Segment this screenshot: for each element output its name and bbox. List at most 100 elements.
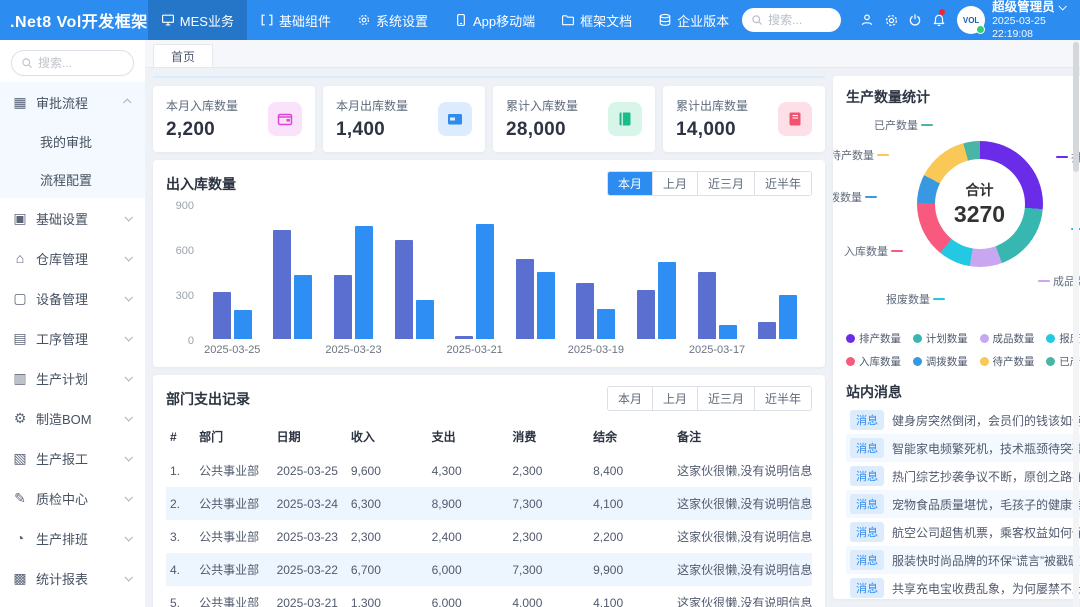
table-cell: 3.	[166, 520, 195, 553]
legend-item-调拨数量[interactable]: 调拨数量	[913, 354, 980, 369]
sidebar-search-input[interactable]	[38, 56, 118, 70]
bar-series-2-2025-03-23[interactable]	[355, 226, 373, 339]
nav-item-基础组件[interactable]: 基础组件	[247, 0, 344, 40]
sidebar-item-label: 生产报工	[36, 449, 125, 468]
bar-series-2-2025-03-25[interactable]	[234, 310, 252, 339]
sidebar-item-工序管理[interactable]: ▤工序管理	[0, 318, 145, 358]
sidebar-subitem-我的审批[interactable]: 我的审批	[0, 122, 145, 160]
message-text: 宠物食品质量堪忧，毛孩子的健康谁守护？	[892, 496, 1080, 513]
legend-item-计划数量[interactable]: 计划数量	[913, 331, 980, 346]
table-tab-近半年[interactable]: 近半年	[754, 387, 811, 410]
bar-series-1-2025-03-18[interactable]	[637, 290, 655, 339]
bar-series-2-2025-03-18[interactable]	[658, 262, 676, 339]
topbar-search-input[interactable]	[768, 13, 832, 27]
table-row[interactable]: 4.公共事业部2025-03-226,7006,0007,3009,900这家伙…	[166, 553, 812, 586]
bar-series-1-2025-03-23[interactable]	[334, 275, 352, 340]
sidebar-menu: ▦审批流程我的审批流程配置▣基础设置⌂仓库管理▢设备管理▤工序管理▥生产计划⚙制…	[0, 82, 145, 598]
wallet-icon	[268, 102, 302, 136]
bar-series-2-2025-03-24[interactable]	[294, 275, 312, 340]
sidebar-search[interactable]	[11, 50, 134, 76]
tab-home[interactable]: 首页	[153, 44, 213, 67]
sidebar-item-制造BOM[interactable]: ⚙制造BOM	[0, 398, 145, 438]
bar-series-1-2025-03-22[interactable]	[395, 240, 413, 339]
sidebar-item-生产计划[interactable]: ▥生产计划	[0, 358, 145, 398]
theme-gear-icon[interactable]	[879, 0, 903, 40]
page-scrollbar[interactable]	[1073, 40, 1079, 607]
bar-series-1-2025-03-24[interactable]	[273, 230, 291, 339]
message-item[interactable]: 消息热门综艺抄袭争议不断，原创之路在何方？	[846, 462, 1080, 490]
sidebar-item-质检中心[interactable]: ✎质检中心	[0, 478, 145, 518]
table-tab-近三月[interactable]: 近三月	[697, 387, 754, 410]
table-row[interactable]: 2.公共事业部2025-03-246,3008,9007,3004,100这家伙…	[166, 487, 812, 520]
legend-dot	[980, 334, 989, 343]
sidebar-item-统计报表[interactable]: ▩统计报表	[0, 558, 145, 598]
logout-power-icon[interactable]	[903, 0, 927, 40]
bar-series-2-2025-03-17[interactable]	[719, 325, 737, 339]
chevron-down-icon	[124, 333, 132, 341]
main-column: 框架前端及文档重构版本发布,兼容原有版本代码及jsx写法,放开自定义扩展组件限制…	[153, 76, 825, 599]
table-cell: 这家伙很懒,没有说明信息...	[673, 454, 812, 487]
legend-item-待产数量[interactable]: 待产数量	[980, 354, 1047, 369]
x-tick-label: 2025-03-17	[687, 344, 748, 356]
message-badge: 消息	[850, 578, 884, 598]
table-row[interactable]: 1.公共事业部2025-03-259,6004,3002,3008,400这家伙…	[166, 454, 812, 487]
bar-series-2-2025-03-22[interactable]	[416, 300, 434, 339]
sidebar-item-基础设置[interactable]: ▣基础设置	[0, 198, 145, 238]
notification-bell-icon[interactable]	[927, 0, 951, 40]
nav-item-框架文档[interactable]: 框架文档	[548, 0, 645, 40]
message-item[interactable]: 消息宠物食品质量堪忧，毛孩子的健康谁守护？	[846, 490, 1080, 518]
table-row[interactable]: 3.公共事业部2025-03-232,3002,4002,3002,200这家伙…	[166, 520, 812, 553]
chart-tab-近半年[interactable]: 近半年	[754, 172, 811, 195]
callout-line	[921, 124, 933, 126]
nav-item-App移动端[interactable]: App移动端	[441, 0, 548, 40]
nav-item-系统设置[interactable]: 系统设置	[344, 0, 441, 40]
table-tab-本月[interactable]: 本月	[608, 387, 652, 410]
bar-series-1-2025-03-21[interactable]	[455, 336, 473, 339]
sidebar-item-审批流程[interactable]: ▦审批流程	[0, 82, 145, 122]
bar-series-2-2025-03-16[interactable]	[779, 295, 797, 339]
legend-item-排产数量[interactable]: 排产数量	[846, 331, 913, 346]
bar-series-1-2025-03-16[interactable]	[758, 322, 776, 339]
table-cell: 2025-03-22	[273, 553, 347, 586]
sidebar-item-生产排班[interactable]: ◔生产排班	[0, 518, 145, 558]
message-item[interactable]: 消息健身房突然倒闭，会员们的钱该如何追回？	[846, 406, 1080, 434]
avatar[interactable]: VOL	[957, 6, 985, 34]
message-item[interactable]: 消息共享充电宝收费乱象，为何屡禁不止？	[846, 574, 1080, 599]
stat-card-label: 累计入库数量	[506, 97, 578, 114]
sidebar-item-设备管理[interactable]: ▢设备管理	[0, 278, 145, 318]
bar-series-1-2025-03-17[interactable]	[698, 272, 716, 339]
sidebar-item-生产报工[interactable]: ▧生产报工	[0, 438, 145, 478]
table-row[interactable]: 5.公共事业部2025-03-211,3006,0004,0004,100这家伙…	[166, 586, 812, 607]
sidebar-item-仓库管理[interactable]: ⌂仓库管理	[0, 238, 145, 278]
nav-item-label: 框架文档	[580, 11, 632, 30]
menu-group-基础设置: ▣基础设置	[0, 198, 145, 238]
bar-series-1-2025-03-25[interactable]	[213, 292, 231, 339]
chart-tab-上月[interactable]: 上月	[652, 172, 697, 195]
nav-item-企业版本[interactable]: 企业版本	[645, 0, 742, 40]
bar-series-2-2025-03-20[interactable]	[537, 272, 555, 339]
scrollbar-thumb[interactable]	[1073, 42, 1079, 172]
legend-item-成品数量[interactable]: 成品数量	[980, 331, 1047, 346]
user-box[interactable]: 超级管理员 2025-03-25 22:19:08	[992, 0, 1070, 41]
bar-series-2-2025-03-21[interactable]	[476, 224, 494, 339]
user-icon[interactable]	[855, 0, 879, 40]
table-cell: 4,100	[589, 487, 673, 520]
message-item[interactable]: 消息智能家电频繁死机，技术瓶颈待突破？	[846, 434, 1080, 462]
table-col-日期: 日期	[273, 420, 347, 454]
chart-tab-近三月[interactable]: 近三月	[697, 172, 754, 195]
bar-series-2-2025-03-19[interactable]	[597, 309, 615, 339]
bar-series-1-2025-03-20[interactable]	[516, 259, 534, 339]
message-item[interactable]: 消息服装快时尚品牌的环保“谎言”被戳破？	[846, 546, 1080, 574]
dept-table-card: 部门支出记录 本月上月近三月近半年 #部门日期收入支出消费结余备注 1.公共事业…	[153, 375, 825, 607]
callout-line	[933, 298, 945, 300]
nav-item-MES业务[interactable]: MES业务	[148, 0, 247, 40]
legend-item-入库数量[interactable]: 入库数量	[846, 354, 913, 369]
message-item[interactable]: 消息航空公司超售机票，乘客权益如何保障？	[846, 518, 1080, 546]
sidebar-subitem-流程配置[interactable]: 流程配置	[0, 160, 145, 198]
chart-tab-本月[interactable]: 本月	[608, 172, 652, 195]
sidebar-item-label: 审批流程	[36, 93, 125, 112]
table-tab-上月[interactable]: 上月	[652, 387, 697, 410]
topbar-search[interactable]	[742, 8, 841, 32]
table-cell: 4,100	[589, 586, 673, 607]
bar-series-1-2025-03-19[interactable]	[576, 283, 594, 339]
